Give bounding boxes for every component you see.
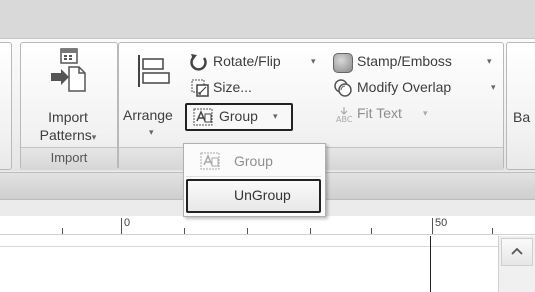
- modify-overlap-button[interactable]: Modify Overlap ▾: [331, 77, 501, 99]
- chevron-down-icon: ▾: [491, 82, 496, 92]
- group-icon: [193, 108, 213, 126]
- group-button[interactable]: Group ▾: [185, 103, 293, 131]
- vertical-scrollbar[interactable]: [498, 236, 535, 292]
- stamp-emboss-icon: [333, 53, 353, 73]
- ruler-label-50: 50: [435, 217, 448, 229]
- chevron-down-icon: ▾: [487, 56, 492, 66]
- import-patterns-label-line1: Import: [48, 109, 88, 125]
- chevron-down-icon: ▾: [423, 108, 428, 118]
- import-patterns-label-line2: Patterns▾: [23, 127, 113, 143]
- rotate-flip-button[interactable]: Rotate/Flip ▾: [187, 51, 327, 73]
- menu-item-group-label: Group: [234, 153, 273, 169]
- ruler-tick: [492, 228, 493, 234]
- ruler-tick-major: [121, 218, 122, 234]
- menu-item-group[interactable]: Group: [186, 147, 321, 175]
- ribbon-tab-strip: [0, 0, 535, 38]
- rotate-flip-label: Rotate/Flip: [213, 53, 281, 69]
- chevron-up-icon: [511, 247, 523, 255]
- group-label: Group: [219, 108, 258, 124]
- import-group-label: Import: [21, 147, 117, 170]
- arrange-icon: [138, 55, 170, 87]
- horizontal-ruler: 0 50: [0, 216, 535, 235]
- fit-text-icon: ABC: [336, 107, 353, 124]
- ruler-tick: [184, 228, 185, 234]
- ruler-tick: [310, 228, 311, 234]
- canvas-page-edge: [430, 236, 431, 292]
- scroll-up-button[interactable]: [501, 238, 533, 266]
- modify-overlap-icon: [334, 79, 352, 97]
- stamp-emboss-button[interactable]: Stamp/Emboss ▾: [331, 51, 501, 73]
- chevron-down-icon: ▾: [273, 111, 278, 121]
- group-dropdown-menu: Group UnGroup: [183, 143, 326, 217]
- import-group: Import Patterns▾ Import: [20, 42, 118, 170]
- next-group-button-label[interactable]: Ba: [513, 109, 530, 125]
- ruler-tick: [371, 228, 372, 234]
- menu-item-ungroup[interactable]: UnGroup: [186, 179, 321, 213]
- menu-item-ungroup-label: UnGroup: [234, 187, 291, 203]
- arrange-label: Arrange: [123, 107, 173, 123]
- fit-text-label: Fit Text: [357, 105, 402, 121]
- group-icon: [200, 152, 220, 170]
- chevron-down-icon: ▾: [91, 132, 97, 142]
- size-label: Size...: [213, 79, 252, 95]
- previous-group-edge: [0, 42, 12, 170]
- ruler-tick-major: [432, 218, 433, 234]
- modify-overlap-label: Modify Overlap: [357, 79, 452, 95]
- ruler-label-0: 0: [124, 217, 131, 229]
- import-patterns-icon: [51, 48, 86, 92]
- fit-text-button[interactable]: ABC Fit Text ▾: [329, 103, 449, 125]
- import-patterns-label-text: Patterns: [39, 127, 92, 143]
- chevron-down-icon: ▾: [311, 56, 316, 66]
- import-patterns-button[interactable]: Import Patterns▾: [23, 45, 113, 143]
- chevron-down-icon: ▾: [149, 127, 154, 137]
- rotate-icon: [190, 54, 207, 71]
- ruler-tick: [247, 228, 248, 234]
- size-button[interactable]: Size...: [187, 77, 277, 99]
- stamp-emboss-label: Stamp/Emboss: [357, 53, 452, 69]
- ruler-tick: [62, 228, 63, 234]
- canvas-left-border: [0, 236, 535, 247]
- arrange-button[interactable]: Arrange ▾: [121, 45, 181, 143]
- size-icon: [191, 79, 209, 97]
- next-group: Ba: [506, 42, 535, 170]
- svg-text:ABC: ABC: [336, 115, 353, 124]
- menu-separator: [186, 176, 321, 177]
